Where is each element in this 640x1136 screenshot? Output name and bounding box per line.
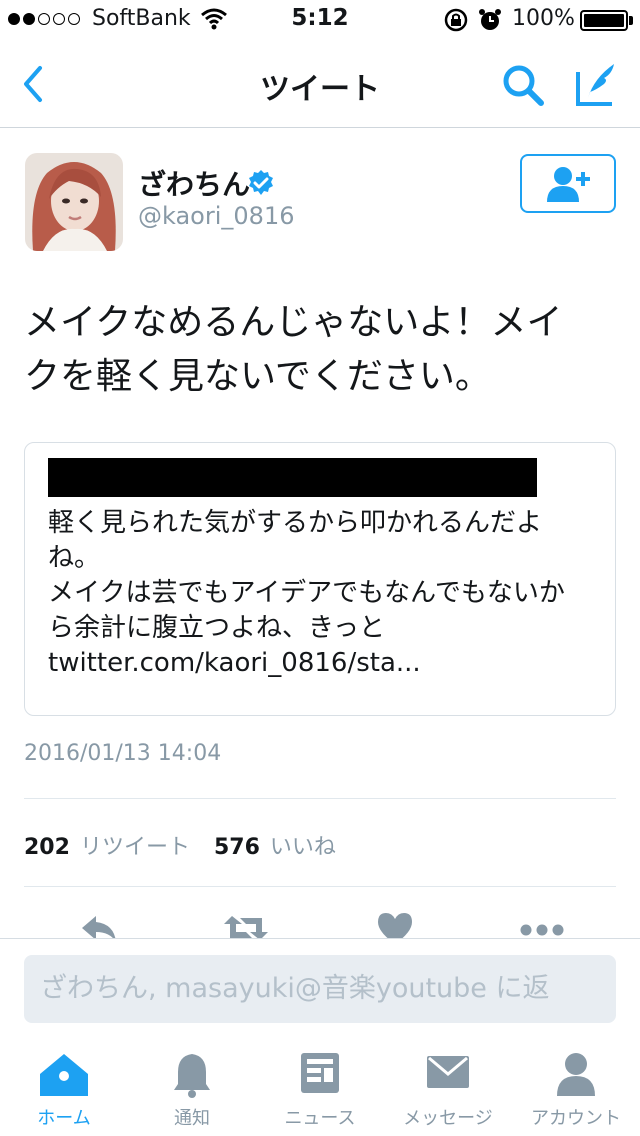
alarm-icon [479, 9, 501, 30]
battery-percent: 100% [512, 6, 575, 31]
tab-home[interactable]: ホーム [0, 1036, 128, 1136]
divider [24, 886, 616, 887]
battery-icon [580, 10, 628, 31]
quoted-tweet-text: 軽く見られた気がするから叩かれるんだよね。 メイクは芸でもアイデアでもなんでもな… [48, 506, 588, 681]
search-icon[interactable] [500, 62, 546, 108]
tab-label: 通知 [174, 1108, 210, 1129]
retweet-count[interactable]: 202 [24, 835, 70, 860]
tab-account[interactable]: アカウント [512, 1036, 640, 1136]
tweet-text: メイクなめるんじゃないよ！メイクを軽く見ないでください。 [24, 302, 563, 397]
redaction-bar [48, 458, 537, 497]
compose-tweet-icon[interactable] [574, 60, 620, 108]
reply-input[interactable]: ざわちん, masayuki@音楽youtube に返 [24, 955, 616, 1023]
tab-label: ニュース [284, 1108, 356, 1129]
tab-messages[interactable]: メッセージ [384, 1036, 512, 1136]
add-person-icon [547, 166, 590, 202]
follow-button[interactable] [520, 154, 616, 213]
tab-label: アカウント [531, 1108, 621, 1129]
nav-bar: ツイート [0, 40, 640, 128]
tweet-timestamp: 2016/01/13 14:04 [24, 741, 222, 766]
user-handle[interactable]: @kaori_0816 [138, 202, 294, 230]
tab-notifications[interactable]: 通知 [128, 1036, 256, 1136]
home-icon [40, 1054, 88, 1096]
tab-news[interactable]: ニュース [256, 1036, 384, 1136]
tab-label: ホーム [37, 1108, 91, 1129]
tab-bar: ホーム 通知 ニュース メッセージ アカウント [0, 1036, 640, 1136]
quoted-line: メイクは芸でもアイデアでもなんでもないから余計に腹立つよね、きっと [48, 578, 565, 643]
news-icon [301, 1053, 339, 1093]
battery-tip [629, 16, 633, 25]
envelope-icon [427, 1056, 469, 1088]
like-count[interactable]: 576 [214, 835, 260, 860]
person-icon [557, 1053, 595, 1096]
retweet-label[interactable]: リツイート [80, 829, 190, 861]
status-bar: SoftBank 5:12 100% [0, 0, 640, 40]
display-name[interactable]: ざわちん [138, 163, 250, 203]
tweet-stats: 202 リツイート 576 いいね [24, 829, 350, 861]
quoted-line: 軽く見られた気がするから叩かれるんだよね。 [48, 508, 543, 573]
bell-icon [174, 1054, 210, 1098]
divider [24, 798, 616, 799]
verified-badge-icon [249, 170, 273, 195]
tab-label: メッセージ [403, 1108, 493, 1129]
like-label[interactable]: いいね [270, 829, 336, 861]
rotation-lock-icon [444, 8, 468, 32]
avatar[interactable] [25, 153, 123, 251]
quoted-link[interactable]: twitter.com/kaori_0816/sta... [48, 646, 588, 681]
